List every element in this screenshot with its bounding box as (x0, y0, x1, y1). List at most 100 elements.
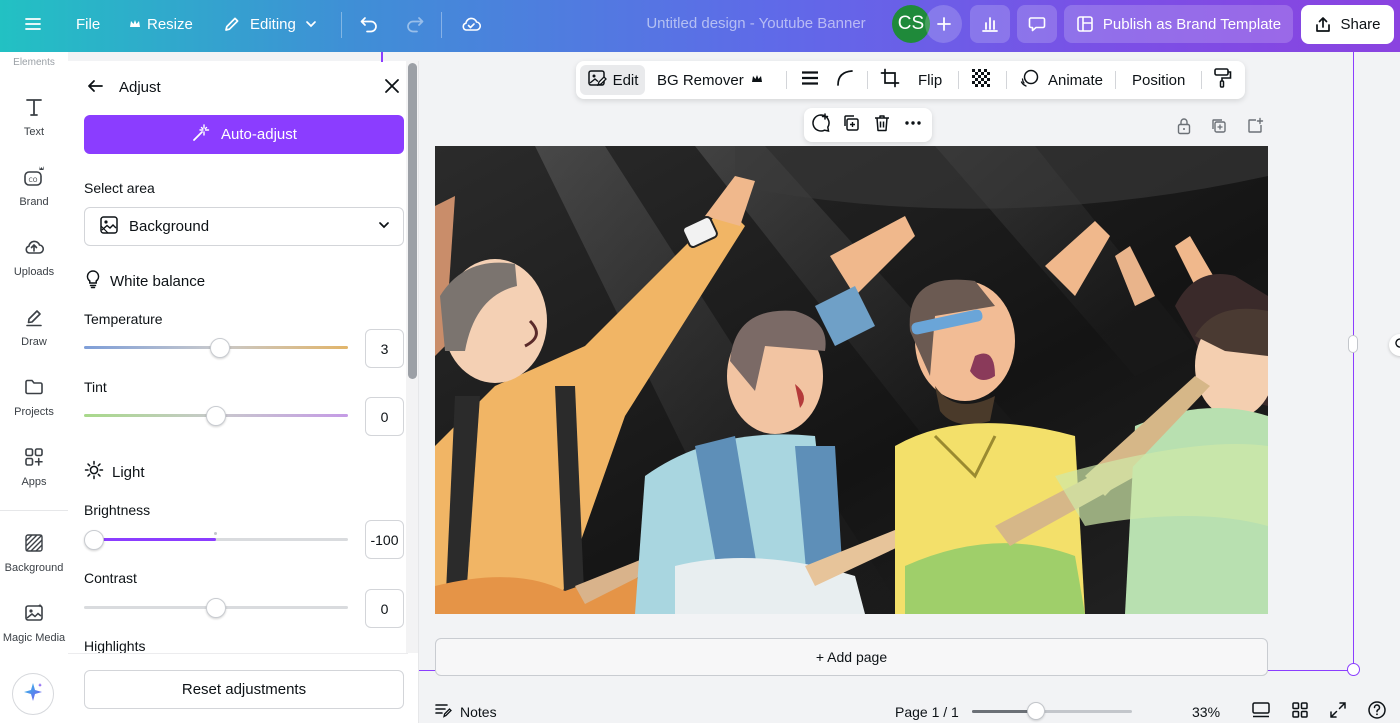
cloud-save-status[interactable] (459, 0, 483, 48)
divider (341, 12, 342, 38)
rail-item-projects[interactable]: Projects (0, 374, 68, 418)
zoom-slider-knob[interactable] (1027, 702, 1045, 720)
resize-button[interactable]: Resize (129, 0, 193, 48)
crop-button[interactable] (880, 61, 900, 99)
rail-divider (0, 510, 68, 511)
redo-button[interactable] (404, 0, 426, 48)
zoom-slider[interactable] (972, 702, 1132, 720)
document-title[interactable]: Untitled design - Youtube Banner (600, 0, 912, 48)
edit-label: Edit (612, 71, 639, 89)
file-menu-button[interactable]: File (76, 0, 100, 48)
back-button[interactable] (84, 77, 106, 99)
duplicate-button[interactable] (839, 113, 863, 137)
rail-item-label: Magic Media (2, 632, 66, 644)
border-style-icon (800, 68, 820, 92)
notes-button[interactable]: Notes (434, 700, 497, 723)
border-style-button[interactable] (800, 61, 820, 99)
adjust-panel: Adjust Auto-adjust Select area Backgroun… (68, 61, 419, 723)
animate-button[interactable]: Animate (1019, 61, 1103, 99)
divider (441, 12, 442, 38)
rotate-handle[interactable] (1389, 334, 1400, 356)
brand-icon: CO (21, 164, 47, 190)
trash-icon (872, 113, 892, 138)
add-page-button[interactable]: + Add page (435, 638, 1268, 676)
rail-item-text[interactable]: Text (0, 94, 68, 138)
light-section-title: Light (84, 460, 145, 484)
invite-button[interactable] (925, 5, 962, 43)
scrollbar-thumb[interactable] (408, 63, 417, 379)
rail-item-label: Projects (14, 406, 54, 418)
copy-style-button[interactable] (1213, 61, 1233, 99)
tint-label: Tint (84, 379, 107, 395)
sun-icon (84, 460, 104, 484)
lock-page-button[interactable] (1174, 117, 1194, 138)
undo-button[interactable] (358, 0, 380, 48)
duplicate-page-button[interactable] (1209, 118, 1229, 138)
insights-button[interactable] (970, 5, 1010, 43)
white-balance-title: White balance (110, 272, 206, 290)
slider-knob[interactable] (209, 338, 230, 358)
tint-value-input[interactable]: 0 (365, 397, 404, 436)
rail-item-brand[interactable]: CO Brand (0, 164, 68, 208)
rail-item-label: Brand (19, 196, 49, 208)
position-button[interactable]: Position (1132, 61, 1185, 99)
sparkle-icon (22, 681, 44, 708)
resize-label: Resize (147, 15, 193, 33)
help-button[interactable] (1367, 700, 1387, 723)
auto-adjust-button[interactable]: Auto-adjust (84, 115, 404, 154)
rail-item-uploads[interactable]: Uploads (0, 234, 68, 278)
brightness-value-input[interactable]: -100 (365, 520, 404, 559)
zoom-level[interactable]: 33% (1192, 700, 1220, 723)
rail-item-label: Background (4, 562, 64, 574)
resize-handle-right[interactable] (1348, 335, 1358, 353)
corner-rounding-button[interactable] (835, 61, 855, 99)
uploads-icon (21, 234, 47, 260)
more-options-button[interactable] (901, 113, 925, 137)
transparency-button[interactable] (970, 61, 992, 99)
editing-mode-button[interactable]: Editing (222, 0, 318, 48)
highlights-label: Highlights (84, 638, 146, 654)
add-comment-button[interactable] (809, 112, 833, 139)
edit-image-button[interactable]: Edit (580, 65, 645, 95)
magic-assistant-button[interactable] (12, 673, 54, 715)
comment-icon (1027, 14, 1047, 34)
panel-scrollbar[interactable] (406, 61, 418, 653)
grid-view-toggle[interactable] (1291, 700, 1309, 723)
bg-remover-button[interactable]: BG Remover (657, 61, 763, 99)
resize-handle-corner[interactable] (1347, 663, 1360, 676)
help-icon (1367, 700, 1387, 723)
comment-add-icon (810, 112, 832, 139)
contrast-slider[interactable] (84, 597, 348, 619)
undo-icon (358, 13, 380, 35)
close-panel-button[interactable] (381, 77, 403, 99)
crown-icon (129, 18, 141, 30)
slider-knob[interactable] (206, 598, 226, 618)
fullscreen-button[interactable] (1329, 700, 1347, 723)
slider-knob[interactable] (84, 530, 104, 550)
temperature-value-input[interactable]: 3 (365, 329, 404, 368)
rail-item-apps[interactable]: Apps (0, 444, 68, 488)
rail-item-draw[interactable]: Draw (0, 304, 68, 348)
comments-button[interactable] (1017, 5, 1057, 43)
rail-item-magic-media[interactable]: Magic Media (0, 600, 68, 644)
temperature-slider[interactable] (84, 337, 348, 359)
rail-item-background[interactable]: Background (0, 530, 68, 574)
design-image[interactable] (435, 146, 1268, 614)
menu-button[interactable] (22, 0, 44, 48)
flip-button[interactable]: Flip (918, 61, 942, 99)
slider-knob[interactable] (206, 406, 226, 426)
temperature-label: Temperature (84, 311, 163, 327)
tint-slider[interactable] (84, 405, 348, 427)
rail-item-elements-label[interactable]: Elements (0, 57, 68, 68)
delete-button[interactable] (870, 113, 894, 137)
add-page-icon-button[interactable] (1245, 117, 1265, 138)
reset-adjustments-button[interactable]: Reset adjustments (84, 670, 404, 709)
select-area-dropdown[interactable]: Background (84, 207, 404, 246)
grid-view-button[interactable] (1251, 700, 1271, 723)
brightness-slider[interactable] (84, 529, 348, 551)
contrast-value-input[interactable]: 0 (365, 589, 404, 628)
arrow-left-icon (86, 77, 104, 100)
share-button[interactable]: Share (1301, 5, 1394, 44)
publish-brand-template-button[interactable]: Publish as Brand Template (1064, 5, 1293, 43)
page-indicator[interactable]: Page 1 / 1 (895, 700, 959, 723)
